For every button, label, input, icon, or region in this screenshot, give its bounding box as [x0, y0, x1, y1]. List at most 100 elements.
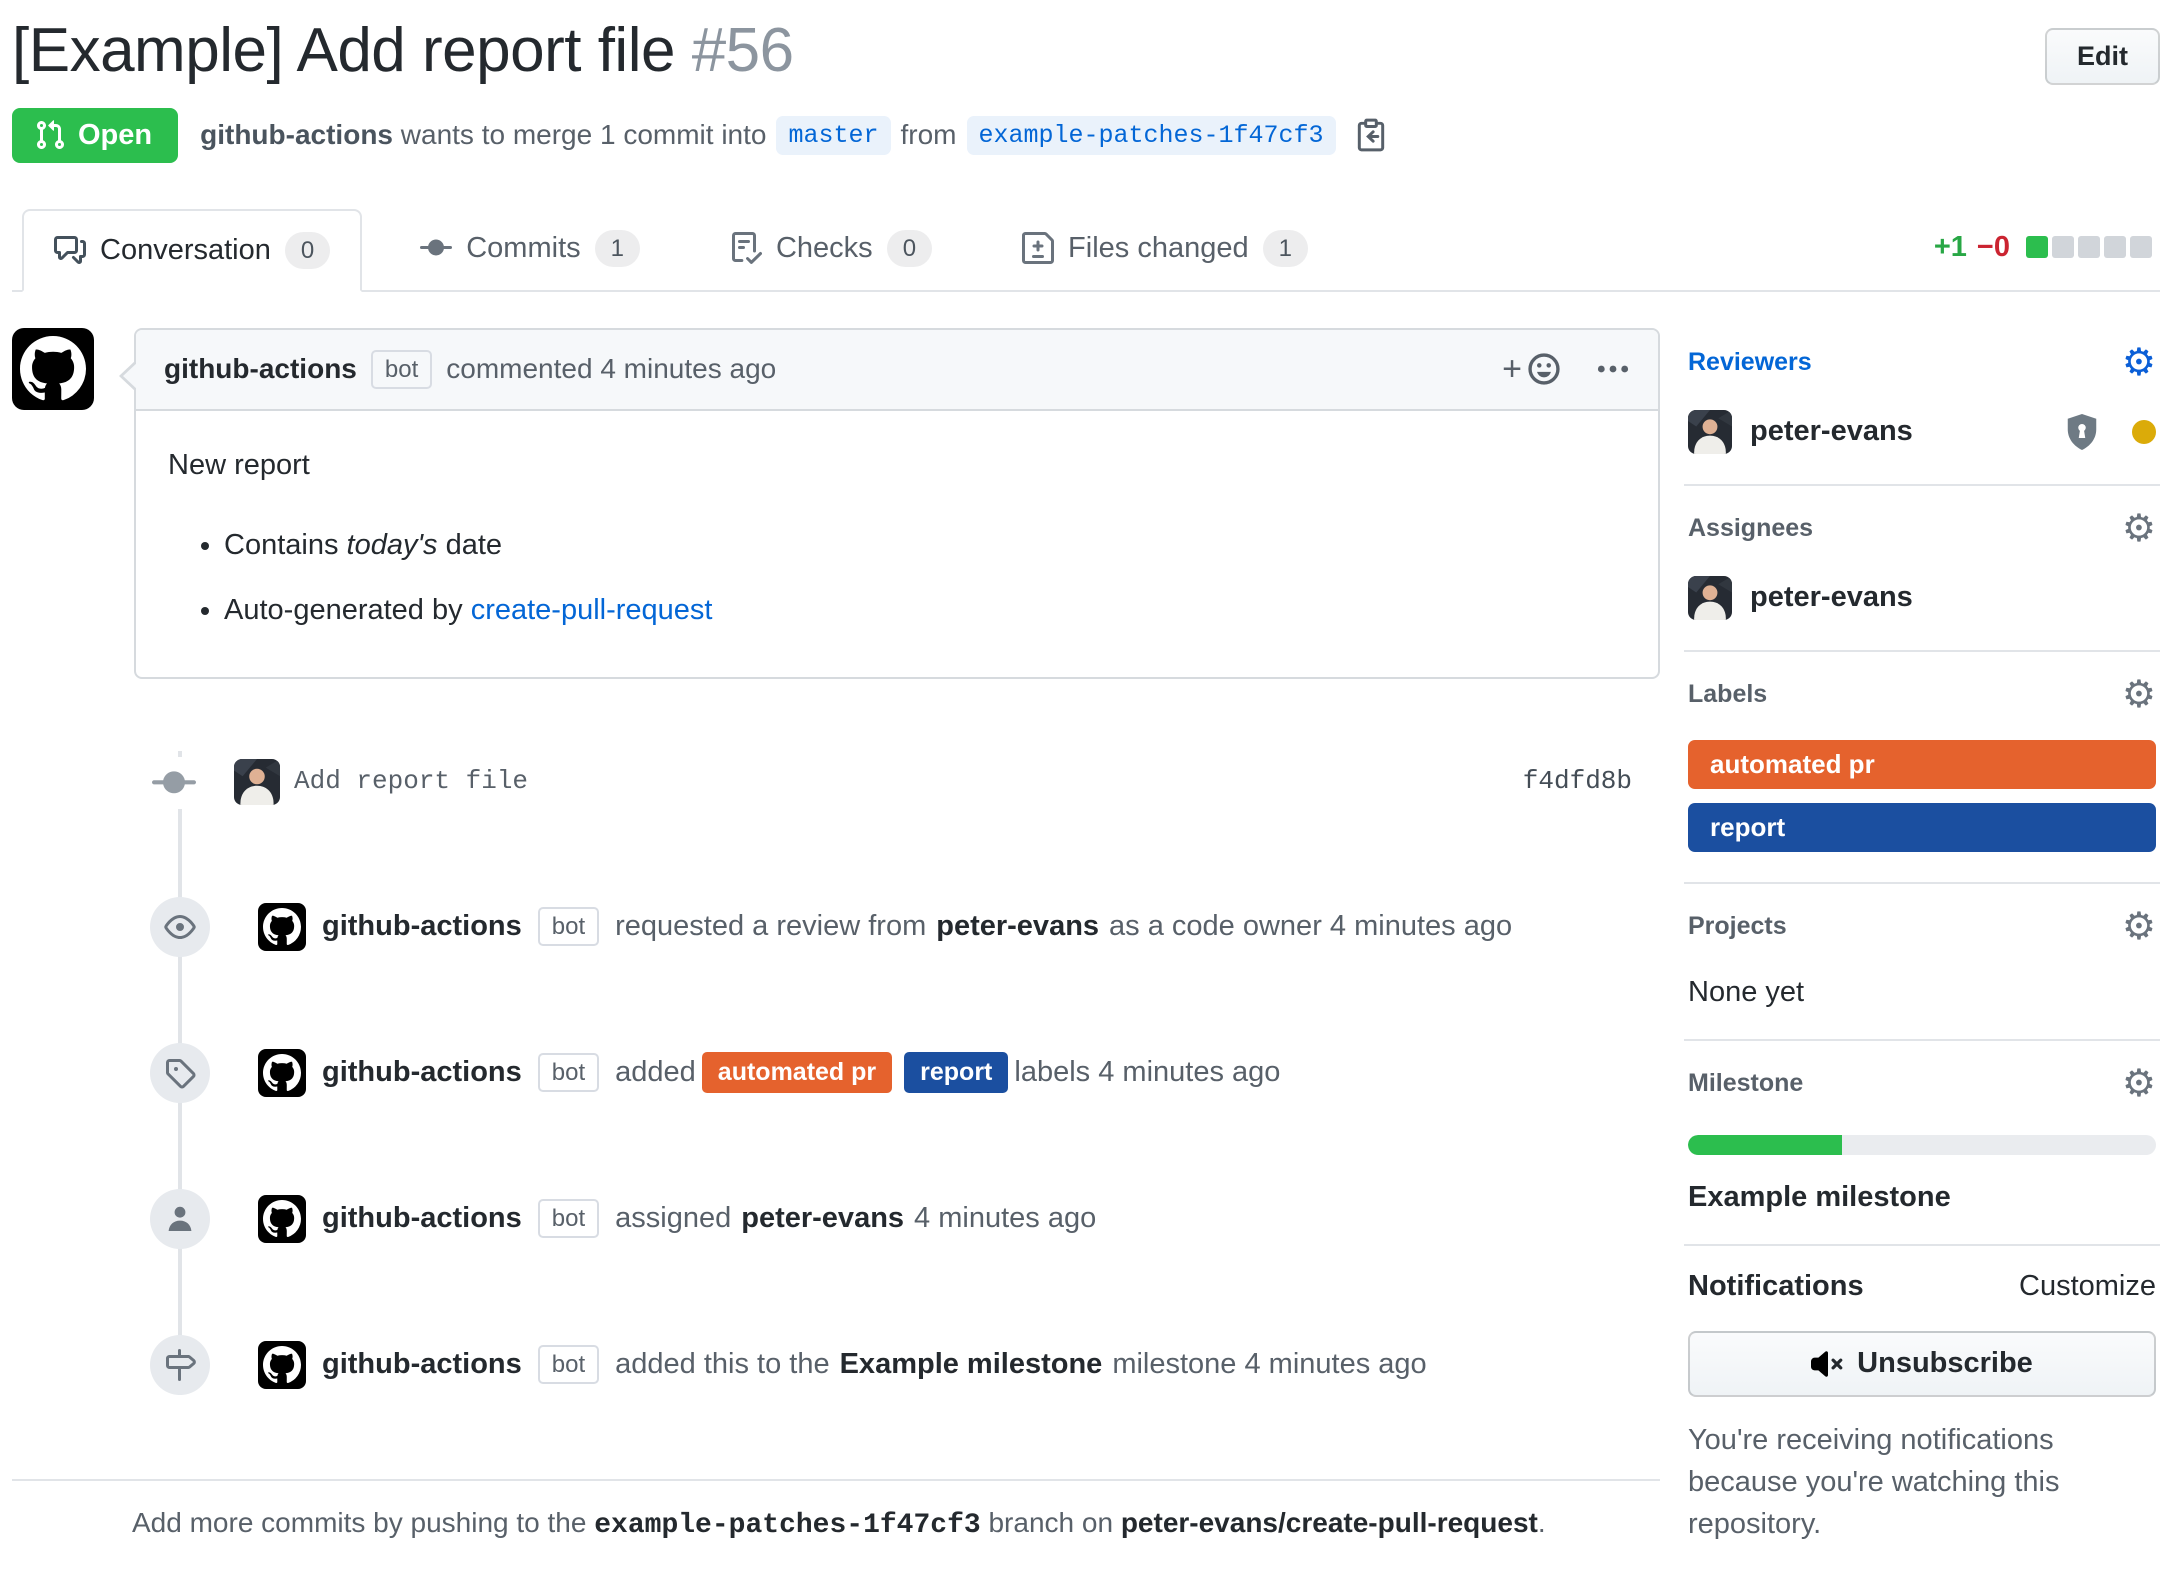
reviewers-heading[interactable]: Reviewers: [1688, 348, 1812, 377]
tab-label: Conversation: [100, 234, 271, 267]
projects-heading: Projects: [1688, 912, 1787, 941]
tab-commits[interactable]: Commits 1: [388, 207, 672, 290]
assignees-heading: Assignees: [1688, 514, 1813, 543]
create-pull-request-link[interactable]: create-pull-request: [471, 594, 713, 626]
label-automated-pr[interactable]: automated pr: [702, 1052, 892, 1093]
pr-author-link[interactable]: github-actions: [200, 119, 393, 151]
event-author-login[interactable]: github-actions: [322, 910, 522, 943]
push-branch-name: example-patches-1f47cf3: [594, 1510, 980, 1541]
comment-bullet-1: Contains today's date: [224, 525, 1626, 566]
comment-author-avatar[interactable]: [12, 328, 94, 410]
milestone-icon: [150, 1335, 210, 1395]
diff-blocks: [2026, 236, 2152, 258]
diff-block-gray: [2130, 236, 2152, 258]
sidebar-section-reviewers: Reviewers ⚙ peter-evans: [1684, 328, 2160, 484]
tab-counter: 0: [887, 230, 932, 267]
reviewer-avatar[interactable]: [1688, 410, 1732, 454]
pr-meta-row: Open github-actions wants to merge 1 com…: [12, 108, 2160, 163]
commit-sha-link[interactable]: f4dfd8b: [1523, 766, 1632, 796]
unsubscribe-label: Unsubscribe: [1857, 1347, 2033, 1380]
octocat-icon: [263, 1200, 301, 1238]
event-author-login[interactable]: github-actions: [322, 1348, 522, 1381]
tab-counter: 1: [1263, 230, 1308, 267]
git-pull-request-icon: [34, 119, 66, 151]
labels-gear-icon[interactable]: ⚙: [2122, 676, 2156, 714]
checklist-icon: [730, 232, 762, 264]
milestone-name-link[interactable]: Example milestone: [1688, 1181, 2156, 1214]
notifications-heading: Notifications: [1688, 1270, 1864, 1303]
assignees-gear-icon[interactable]: ⚙: [2122, 510, 2156, 548]
comment-actions: +: [1502, 350, 1630, 389]
octocat-icon: [20, 336, 86, 402]
comment-timestamp[interactable]: commented 4 minutes ago: [446, 353, 776, 385]
unsubscribe-button[interactable]: Unsubscribe: [1688, 1331, 2156, 1397]
pending-review-dot: [2132, 420, 2156, 444]
sidebar-label-report[interactable]: report: [1688, 803, 2156, 852]
tab-counter: 0: [285, 232, 330, 269]
assignee-row: peter-evans: [1688, 576, 2156, 620]
head-branch-label[interactable]: example-patches-1f47cf3: [967, 116, 1336, 155]
event-timestamp[interactable]: 4 minutes ago: [914, 1202, 1096, 1235]
tab-files-changed[interactable]: Files changed 1: [990, 207, 1340, 290]
comment-header: github-actions bot commented 4 minutes a…: [136, 330, 1658, 411]
bot-badge: bot: [538, 1053, 599, 1092]
event-author-login[interactable]: github-actions: [322, 1202, 522, 1235]
sidebar-label-automated-pr[interactable]: automated pr: [1688, 740, 2156, 789]
event-author-login[interactable]: github-actions: [322, 1056, 522, 1089]
kebab-horizontal-icon: [1596, 352, 1630, 386]
reviewer-login[interactable]: peter-evans: [936, 910, 1099, 943]
edit-button[interactable]: Edit: [2045, 28, 2160, 85]
timeline-event-milestoned: github-actions bot added this to the Exa…: [12, 1335, 1660, 1395]
diff-additions: +1: [1934, 231, 1967, 264]
add-reaction-button[interactable]: +: [1502, 350, 1562, 389]
diff-block-gray: [2104, 236, 2126, 258]
copy-icon: [1354, 118, 1388, 152]
projects-gear-icon[interactable]: ⚙: [2122, 908, 2156, 946]
customize-link[interactable]: Customize: [2019, 1270, 2156, 1303]
base-branch-label[interactable]: master: [776, 116, 890, 155]
event-author-avatar[interactable]: [258, 1049, 306, 1097]
tab-checks[interactable]: Checks 0: [698, 207, 964, 290]
tab-label: Checks: [776, 232, 873, 265]
comment-options-button[interactable]: [1596, 352, 1630, 386]
pr-state-label: Open: [78, 119, 152, 152]
git-commit-icon: [152, 757, 196, 809]
event-author-avatar[interactable]: [258, 1195, 306, 1243]
user-photo: [1688, 576, 1732, 620]
event-author-avatar[interactable]: [258, 903, 306, 951]
issue-comment: github-actions bot commented 4 minutes a…: [134, 328, 1660, 679]
pr-state-badge: Open: [12, 108, 178, 163]
milestone-gear-icon[interactable]: ⚙: [2122, 1065, 2156, 1103]
event-timestamp[interactable]: 4 minutes ago: [1098, 1056, 1280, 1089]
label-report[interactable]: report: [904, 1052, 1008, 1093]
assignee-avatar[interactable]: [1688, 576, 1732, 620]
event-author-avatar[interactable]: [258, 1341, 306, 1389]
event-timestamp[interactable]: 4 minutes ago: [1245, 1348, 1427, 1381]
copy-branch-button[interactable]: [1354, 118, 1388, 152]
comment-body: New report Contains today's date Auto-ge…: [136, 411, 1658, 677]
tab-counter: 1: [595, 230, 640, 267]
tab-conversation[interactable]: Conversation 0: [22, 209, 362, 292]
milestone-link[interactable]: Example milestone: [840, 1348, 1103, 1381]
commit-author-avatar[interactable]: [234, 759, 280, 805]
timeline: Add report file f4dfd8b github-actions b…: [12, 751, 1660, 1395]
commit-row: Add report file f4dfd8b: [12, 751, 1660, 811]
event-timestamp[interactable]: 4 minutes ago: [1330, 910, 1512, 943]
pr-number: #56: [692, 16, 794, 85]
reviewer-login[interactable]: peter-evans: [1750, 415, 1913, 448]
commit-message-link[interactable]: Add report file: [294, 766, 528, 796]
reviewers-gear-icon[interactable]: ⚙: [2122, 344, 2156, 382]
push-repo-name: peter-evans/create-pull-request: [1121, 1507, 1538, 1538]
comment-bullet-2: Auto-generated by create-pull-request: [224, 590, 1626, 631]
merge-summary-text: wants to merge 1 commit into: [401, 119, 767, 151]
timeline-event-assigned: github-actions bot assigned peter-evans …: [12, 1189, 1660, 1249]
comment-author-login[interactable]: github-actions: [164, 353, 357, 385]
user-photo: [1688, 410, 1732, 454]
sidebar-section-assignees: Assignees ⚙ peter-evans: [1684, 484, 2160, 650]
assignee-login[interactable]: peter-evans: [1750, 581, 1913, 614]
diff-deletions: −0: [1977, 231, 2010, 264]
review-status: [2062, 410, 2156, 454]
diff-block-gray: [2052, 236, 2074, 258]
sidebar-section-projects: Projects ⚙ None yet: [1684, 882, 2160, 1039]
assignee-login[interactable]: peter-evans: [741, 1202, 904, 1235]
